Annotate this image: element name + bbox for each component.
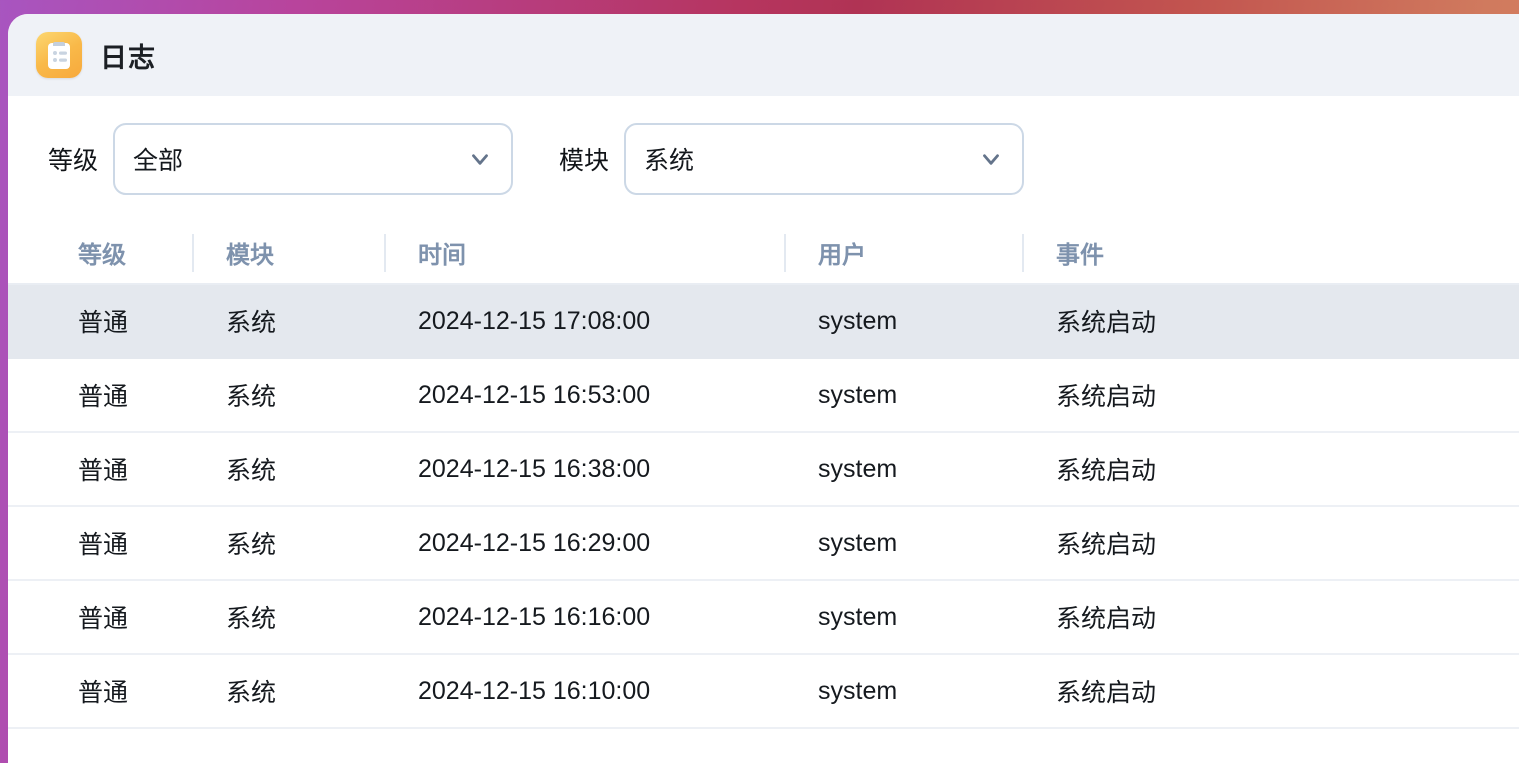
cell-time: 2024-12-15 16:53:00: [418, 380, 651, 409]
cell-time: 2024-12-15 16:29:00: [418, 528, 651, 557]
chevron-down-icon: [467, 146, 493, 172]
log-window-card: 日志 等级 全部 模块 系统 等级 模块 时间 用户 事件 普通 系统 2024…: [8, 14, 1519, 763]
filter-group-level: 等级 全部: [48, 123, 514, 195]
module-filter-select[interactable]: 系统: [624, 123, 1025, 195]
table-row[interactable]: 普通 系统 2024-12-15 16:38:00 system 系统启动: [8, 433, 1519, 507]
column-header-time[interactable]: 时间: [384, 233, 784, 272]
cell-module: 系统: [226, 679, 277, 707]
level-filter-select[interactable]: 全部: [113, 123, 514, 195]
column-header-event[interactable]: 事件: [1022, 233, 1422, 272]
table-header-row: 等级 模块 时间 用户 事件: [8, 222, 1519, 285]
cell-level: 普通: [78, 383, 129, 411]
table-row[interactable]: 普通 系统 2024-12-15 16:10:00 system 系统启动: [8, 655, 1519, 729]
cell-user: system: [818, 454, 898, 483]
cell-time: 2024-12-15 17:08:00: [418, 306, 651, 335]
filter-group-module: 模块 系统: [559, 123, 1025, 195]
cell-level: 普通: [78, 309, 129, 337]
cell-level: 普通: [78, 679, 129, 707]
cell-event: 系统启动: [1056, 383, 1157, 411]
table-row[interactable]: 普通 系统 2024-12-15 17:08:00 system 系统启动: [8, 285, 1519, 359]
cell-level: 普通: [78, 531, 129, 559]
page-title: 日志: [100, 42, 156, 73]
cell-user: system: [818, 380, 898, 409]
cell-user: system: [818, 528, 898, 557]
cell-time: 2024-12-15 16:38:00: [418, 454, 651, 483]
cell-module: 系统: [226, 457, 277, 485]
table-row[interactable]: 普通 系统 2024-12-15 16:29:00 system 系统启动: [8, 507, 1519, 581]
level-filter-label: 等级: [48, 147, 99, 175]
column-header-module[interactable]: 模块: [192, 233, 384, 272]
level-filter-value: 全部: [133, 147, 184, 175]
column-header-level[interactable]: 等级: [40, 234, 192, 272]
cell-event: 系统启动: [1056, 679, 1157, 707]
cell-user: system: [818, 676, 898, 705]
cell-level: 普通: [78, 605, 129, 633]
filter-bar: 等级 全部 模块 系统: [8, 96, 1519, 222]
module-filter-value: 系统: [644, 147, 695, 175]
log-table: 等级 模块 时间 用户 事件 普通 系统 2024-12-15 17:08:00 sy…: [8, 222, 1519, 729]
cell-time: 2024-12-15 16:16:00: [418, 602, 651, 631]
cell-event: 系统启动: [1056, 605, 1157, 633]
column-header-user[interactable]: 用户: [784, 233, 1022, 272]
cell-time: 2024-12-15 16:10:00: [418, 676, 651, 705]
chevron-down-icon: [978, 146, 1004, 172]
table-row[interactable]: 普通 系统 2024-12-15 16:16:00 system 系统启动: [8, 581, 1519, 655]
table-row[interactable]: 普通 系统 2024-12-15 16:53:00 system 系统启动: [8, 359, 1519, 433]
cell-module: 系统: [226, 605, 277, 633]
cell-user: system: [818, 306, 898, 335]
cell-event: 系统启动: [1056, 309, 1157, 337]
cell-user: system: [818, 602, 898, 631]
cell-level: 普通: [78, 457, 129, 485]
table-body: 普通 系统 2024-12-15 17:08:00 system 系统启动 普通 系统 202…: [8, 285, 1519, 729]
cell-event: 系统启动: [1056, 531, 1157, 559]
cell-module: 系统: [226, 531, 277, 559]
module-filter-label: 模块: [559, 147, 610, 175]
clipboard-list-icon: [36, 32, 82, 78]
cell-event: 系统启动: [1056, 457, 1157, 485]
cell-module: 系统: [226, 309, 277, 337]
cell-module: 系统: [226, 383, 277, 411]
app-header: 日志: [8, 14, 1519, 96]
